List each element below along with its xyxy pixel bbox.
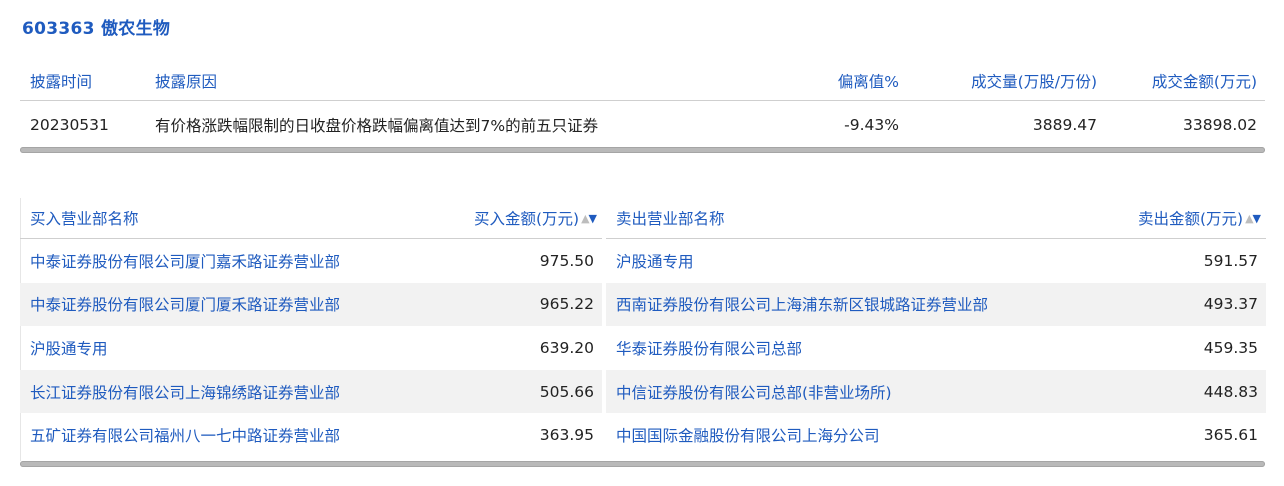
buy-amount-sort-button[interactable]: 买入金额(万元) ▲▼ <box>474 207 602 229</box>
buy-amount-value: 363.95 <box>539 426 594 445</box>
disclosure-deviation: -9.43% <box>844 116 899 134</box>
sell-row: 华泰证券股份有限公司总部 459.35 <box>606 326 1266 370</box>
sell-broker-link[interactable]: 西南证券股份有限公司上海浦东新区银城路证券营业部 <box>606 293 1204 315</box>
buy-broker-link[interactable]: 五矿证券有限公司福州八一七中路证券营业部 <box>20 424 540 446</box>
buy-amount-value: 965.22 <box>539 295 594 314</box>
buy-row: 中泰证券股份有限公司厦门厦禾路证券营业部 965.22 <box>20 282 602 327</box>
buy-amount-value: 505.66 <box>539 382 594 401</box>
sell-amount-value: 493.37 <box>1203 295 1258 314</box>
disclosure-reason: 有价格涨跌幅限制的日收盘价格跌幅偏离值达到7%的前五只证券 <box>155 117 599 135</box>
sell-row: 西南证券股份有限公司上海浦东新区银城路证券营业部 493.37 <box>606 282 1266 327</box>
buy-broker-link[interactable]: 长江证券股份有限公司上海锦绣路证券营业部 <box>20 381 540 403</box>
buy-row: 长江证券股份有限公司上海锦绣路证券营业部 505.66 <box>20 369 602 414</box>
sell-panel: 卖出营业部名称 卖出金额(万元) ▲▼ 沪股通专用 591.57 西南证券股份有… <box>606 198 1266 457</box>
sell-broker-link[interactable]: 中信证券股份有限公司总部(非营业场所) <box>606 381 1204 403</box>
header-volume: 成交量(万股/万份) <box>971 73 1097 91</box>
sell-amount-value: 591.57 <box>1203 251 1258 270</box>
sell-amount-value: 365.61 <box>1203 426 1258 445</box>
sort-toggle-icon[interactable]: ▲▼ <box>581 212 597 225</box>
disclosure-date: 20230531 <box>30 116 109 134</box>
sell-broker-link[interactable]: 华泰证券股份有限公司总部 <box>606 337 1204 359</box>
sell-row: 沪股通专用 591.57 <box>606 239 1266 283</box>
top-horizontal-scrollbar[interactable] <box>20 147 1265 153</box>
buy-row: 沪股通专用 639.20 <box>20 326 602 370</box>
sell-amount-header: 卖出金额(万元) <box>1137 210 1244 228</box>
disclosure-volume: 3889.47 <box>1032 116 1097 134</box>
header-deviation: 偏离值% <box>837 73 899 91</box>
sort-toggle-icon[interactable]: ▲▼ <box>1245 212 1261 225</box>
buy-row: 中泰证券股份有限公司厦门嘉禾路证券营业部 975.50 <box>20 239 602 283</box>
sell-amount-sort-button[interactable]: 卖出金额(万元) ▲▼ <box>1138 207 1266 229</box>
buy-broker-link[interactable]: 中泰证券股份有限公司厦门嘉禾路证券营业部 <box>20 250 540 272</box>
sell-amount-value: 459.35 <box>1203 338 1258 357</box>
sell-broker-link[interactable]: 沪股通专用 <box>606 250 1204 272</box>
disclosure-row: 20230531 有价格涨跌幅限制的日收盘价格跌幅偏离值达到7%的前五只证券 -… <box>20 101 1265 149</box>
sell-header-row: 卖出营业部名称 卖出金额(万元) ▲▼ <box>606 198 1266 239</box>
buy-broker-link[interactable]: 沪股通专用 <box>20 337 540 359</box>
disclosure-table: 披露时间 披露原因 偏离值% 成交量(万股/万份) 成交金额(万元) 20230… <box>20 62 1265 149</box>
buy-name-header: 买入营业部名称 <box>30 210 139 228</box>
buy-header-row: 买入营业部名称 买入金额(万元) ▲▼ <box>20 198 602 239</box>
buy-amount-value: 975.50 <box>539 251 594 270</box>
buy-broker-link[interactable]: 中泰证券股份有限公司厦门厦禾路证券营业部 <box>20 293 540 315</box>
buy-amount-header: 买入金额(万元) <box>473 210 580 228</box>
disclosure-amount: 33898.02 <box>1183 116 1257 134</box>
sell-row: 中信证券股份有限公司总部(非营业场所) 448.83 <box>606 369 1266 414</box>
header-reason: 披露原因 <box>155 73 218 91</box>
header-date: 披露时间 <box>30 73 93 91</box>
buy-row: 五矿证券有限公司福州八一七中路证券营业部 363.95 <box>20 413 602 457</box>
sell-row: 中国国际金融股份有限公司上海分公司 365.61 <box>606 413 1266 457</box>
sell-name-header: 卖出营业部名称 <box>616 210 725 228</box>
buy-amount-value: 639.20 <box>539 338 594 357</box>
bottom-horizontal-scrollbar[interactable] <box>20 461 1265 467</box>
header-amount: 成交金额(万元) <box>1151 73 1257 91</box>
sell-broker-link[interactable]: 中国国际金融股份有限公司上海分公司 <box>606 424 1204 446</box>
sell-amount-value: 448.83 <box>1203 382 1258 401</box>
disclosure-header-row: 披露时间 披露原因 偏离值% 成交量(万股/万份) 成交金额(万元) <box>20 62 1265 101</box>
buy-panel: 买入营业部名称 买入金额(万元) ▲▼ 中泰证券股份有限公司厦门嘉禾路证券营业部… <box>20 198 602 457</box>
page-title: 603363 傲农生物 <box>22 19 171 39</box>
